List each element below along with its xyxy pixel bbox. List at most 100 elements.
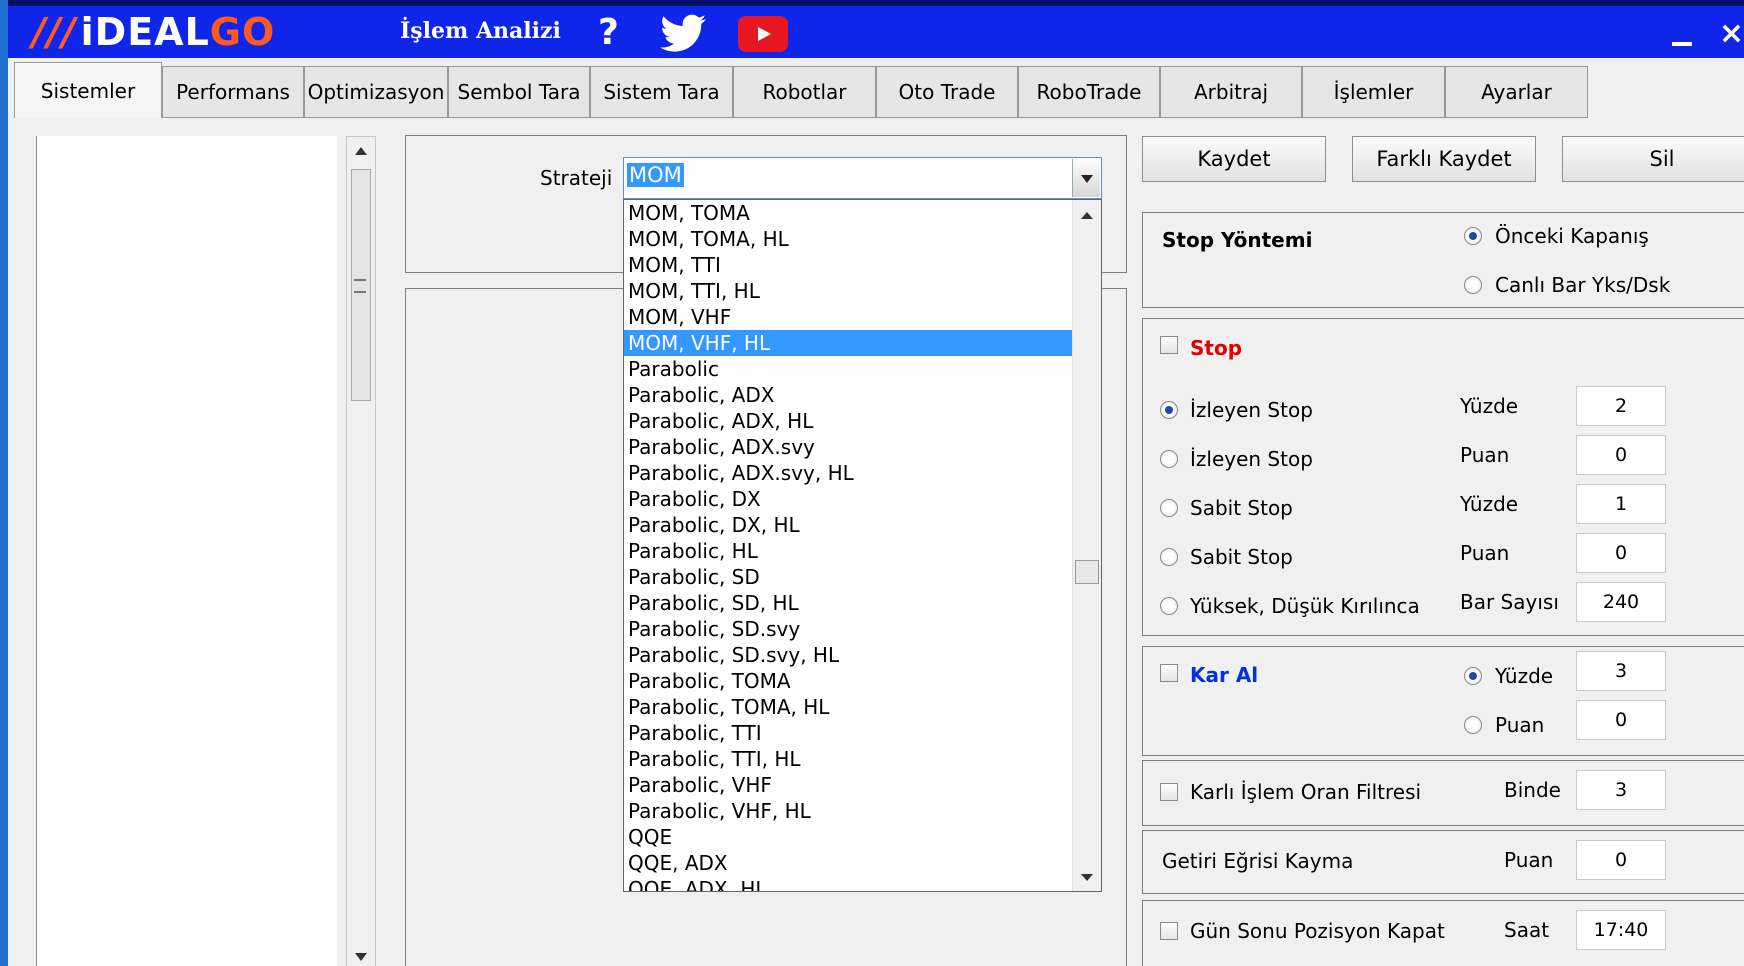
strategy-option[interactable]: QQE, ADX, HL (624, 876, 1074, 891)
strategy-option[interactable]: Parabolic, TTI (624, 720, 1074, 746)
eod-close-label: Gün Sonu Pozisyon Kapat (1190, 919, 1445, 943)
fixed-stop-points-input[interactable]: 0 (1576, 533, 1666, 573)
scroll-down-icon[interactable] (355, 953, 367, 961)
strategy-option[interactable]: Parabolic, TOMA (624, 668, 1074, 694)
take-profit-percent-input[interactable]: 3 (1576, 651, 1666, 691)
profit-filter-checkbox[interactable] (1160, 783, 1178, 801)
scroll-up-icon[interactable] (1081, 212, 1093, 219)
tab-robotrade[interactable]: RoboTrade (1018, 66, 1160, 118)
stop-checkbox[interactable] (1160, 336, 1178, 354)
strategy-option[interactable]: Parabolic, SD.svy (624, 616, 1074, 642)
strategy-option[interactable]: Parabolic, SD, HL (624, 590, 1074, 616)
tab-arbitraj[interactable]: Arbitraj (1160, 66, 1302, 118)
strategy-option[interactable]: Parabolic, TTI, HL (624, 746, 1074, 772)
radio-fixed-stop-points[interactable] (1160, 548, 1178, 566)
strategy-option[interactable]: Parabolic (624, 356, 1074, 382)
points-unit-label: Puan (1460, 541, 1510, 565)
trailing-stop-points-label: İzleyen Stop (1190, 447, 1313, 471)
tab-sistemler[interactable]: Sistemler (14, 62, 162, 118)
strategy-option[interactable]: Parabolic, VHF (624, 772, 1074, 798)
take-profit-checkbox[interactable] (1160, 664, 1178, 682)
hour-label: Saat (1504, 918, 1550, 942)
strategy-option[interactable]: Parabolic, HL (624, 538, 1074, 564)
strategy-option[interactable]: MOM, TTI, HL (624, 278, 1074, 304)
take-profit-points-label: Puan (1495, 713, 1545, 737)
tab-performans[interactable]: Performans (162, 66, 304, 118)
strategy-option[interactable]: QQE (624, 824, 1074, 850)
strategy-option[interactable]: Parabolic, VHF, HL (624, 798, 1074, 824)
percent-unit-label: Yüzde (1460, 492, 1519, 516)
chevron-down-icon[interactable] (1072, 159, 1100, 197)
profit-filter-input[interactable]: 3 (1576, 770, 1666, 810)
strategy-option[interactable]: Parabolic, SD (624, 564, 1074, 590)
radio-high-low-break[interactable] (1160, 597, 1178, 615)
strategy-option[interactable]: MOM, TOMA, HL (624, 226, 1074, 252)
bar-count-label: Bar Sayısı (1460, 590, 1559, 614)
fixed-stop-percent-input[interactable]: 1 (1576, 484, 1666, 524)
idealgo-logo: ///iDEAL GO (32, 10, 276, 54)
radio-trailing-stop-points[interactable] (1160, 450, 1178, 468)
scroll-up-icon[interactable] (355, 147, 367, 155)
main-window: ///iDEAL GO İşlem Analizi ? × Sistemler P… (8, 0, 1744, 966)
strategy-option[interactable]: Parabolic, ADX (624, 382, 1074, 408)
live-bar-label: Canlı Bar Yks/Dsk (1495, 273, 1671, 297)
strategy-option[interactable]: MOM, VHF (624, 304, 1074, 330)
radio-take-profit-points[interactable] (1464, 716, 1482, 734)
youtube-icon[interactable] (738, 16, 788, 52)
strategy-combobox[interactable]: MOM (623, 157, 1102, 199)
tab-oto-trade[interactable]: Oto Trade (876, 66, 1018, 118)
radio-take-profit-percent[interactable] (1464, 667, 1482, 685)
tab-sembol-tara[interactable]: Sembol Tara (448, 66, 590, 118)
tab-robotlar[interactable]: Robotlar (733, 66, 876, 118)
scroll-down-icon[interactable] (1081, 874, 1093, 881)
eod-close-time-input[interactable]: 17:40 (1576, 910, 1666, 950)
system-list-scrollbar[interactable] (346, 136, 376, 966)
strategy-option[interactable]: MOM, VHF, HL (624, 330, 1074, 356)
radio-fixed-stop-percent[interactable] (1160, 499, 1178, 517)
previous-close-label: Önceki Kapanış (1495, 224, 1649, 248)
take-profit-points-input[interactable]: 0 (1576, 700, 1666, 740)
eod-close-checkbox[interactable] (1160, 922, 1178, 940)
radio-live-bar[interactable] (1464, 276, 1482, 294)
strategy-option[interactable]: Parabolic, TOMA, HL (624, 694, 1074, 720)
radio-trailing-stop-percent[interactable] (1160, 401, 1178, 419)
system-list[interactable] (36, 136, 337, 966)
bar-count-input[interactable]: 240 (1576, 582, 1666, 622)
take-profit-percent-label: Yüzde (1495, 664, 1554, 688)
fixed-stop-points-label: Sabit Stop (1190, 545, 1293, 569)
dropdown-scrollbar[interactable] (1072, 200, 1101, 891)
strategy-option[interactable]: Parabolic, DX, HL (624, 512, 1074, 538)
curve-slip-label: Getiri Eğrisi Kayma (1162, 849, 1354, 873)
strategy-value[interactable]: MOM (627, 163, 684, 187)
delete-button[interactable]: Sil (1562, 136, 1744, 182)
stop-title: Stop (1190, 336, 1243, 360)
strategy-option[interactable]: MOM, TOMA (624, 200, 1074, 226)
curve-slip-input[interactable]: 0 (1576, 840, 1666, 880)
strategy-label: Strateji (540, 166, 613, 190)
strategy-option[interactable]: MOM, TTI (624, 252, 1074, 278)
save-as-button[interactable]: Farklı Kaydet (1352, 136, 1536, 182)
twitter-icon[interactable] (660, 14, 708, 59)
strategy-option[interactable]: Parabolic, DX (624, 486, 1074, 512)
tab-optimizasyon[interactable]: Optimizasyon (304, 66, 448, 118)
title-bar: ///iDEAL GO İşlem Analizi ? × (8, 0, 1744, 58)
tab-islemler[interactable]: İşlemler (1302, 66, 1445, 118)
close-icon[interactable]: × (1719, 16, 1744, 51)
fixed-stop-percent-label: Sabit Stop (1190, 496, 1293, 520)
strategy-option[interactable]: Parabolic, SD.svy, HL (624, 642, 1074, 668)
tab-ayarlar[interactable]: Ayarlar (1445, 66, 1588, 118)
strategy-option[interactable]: Parabolic, ADX.svy, HL (624, 460, 1074, 486)
strategy-option[interactable]: QQE, ADX (624, 850, 1074, 876)
help-icon[interactable]: ? (598, 12, 619, 53)
per-mille-label: Binde (1504, 778, 1561, 802)
trailing-stop-percent-input[interactable]: 2 (1576, 386, 1666, 426)
minimize-icon[interactable] (1672, 42, 1692, 46)
strategy-option[interactable]: Parabolic, ADX.svy (624, 434, 1074, 460)
scroll-thumb[interactable] (1075, 560, 1099, 584)
radio-previous-close[interactable] (1464, 227, 1482, 245)
save-button[interactable]: Kaydet (1142, 136, 1326, 182)
strategy-option[interactable]: Parabolic, ADX, HL (624, 408, 1074, 434)
strategy-dropdown[interactable]: MOM, TOMA MOM, TOMA, HL MOM, TTI MOM, TTI, … (623, 199, 1102, 892)
tab-sistem-tara[interactable]: Sistem Tara (590, 66, 733, 118)
trailing-stop-points-input[interactable]: 0 (1576, 435, 1666, 475)
